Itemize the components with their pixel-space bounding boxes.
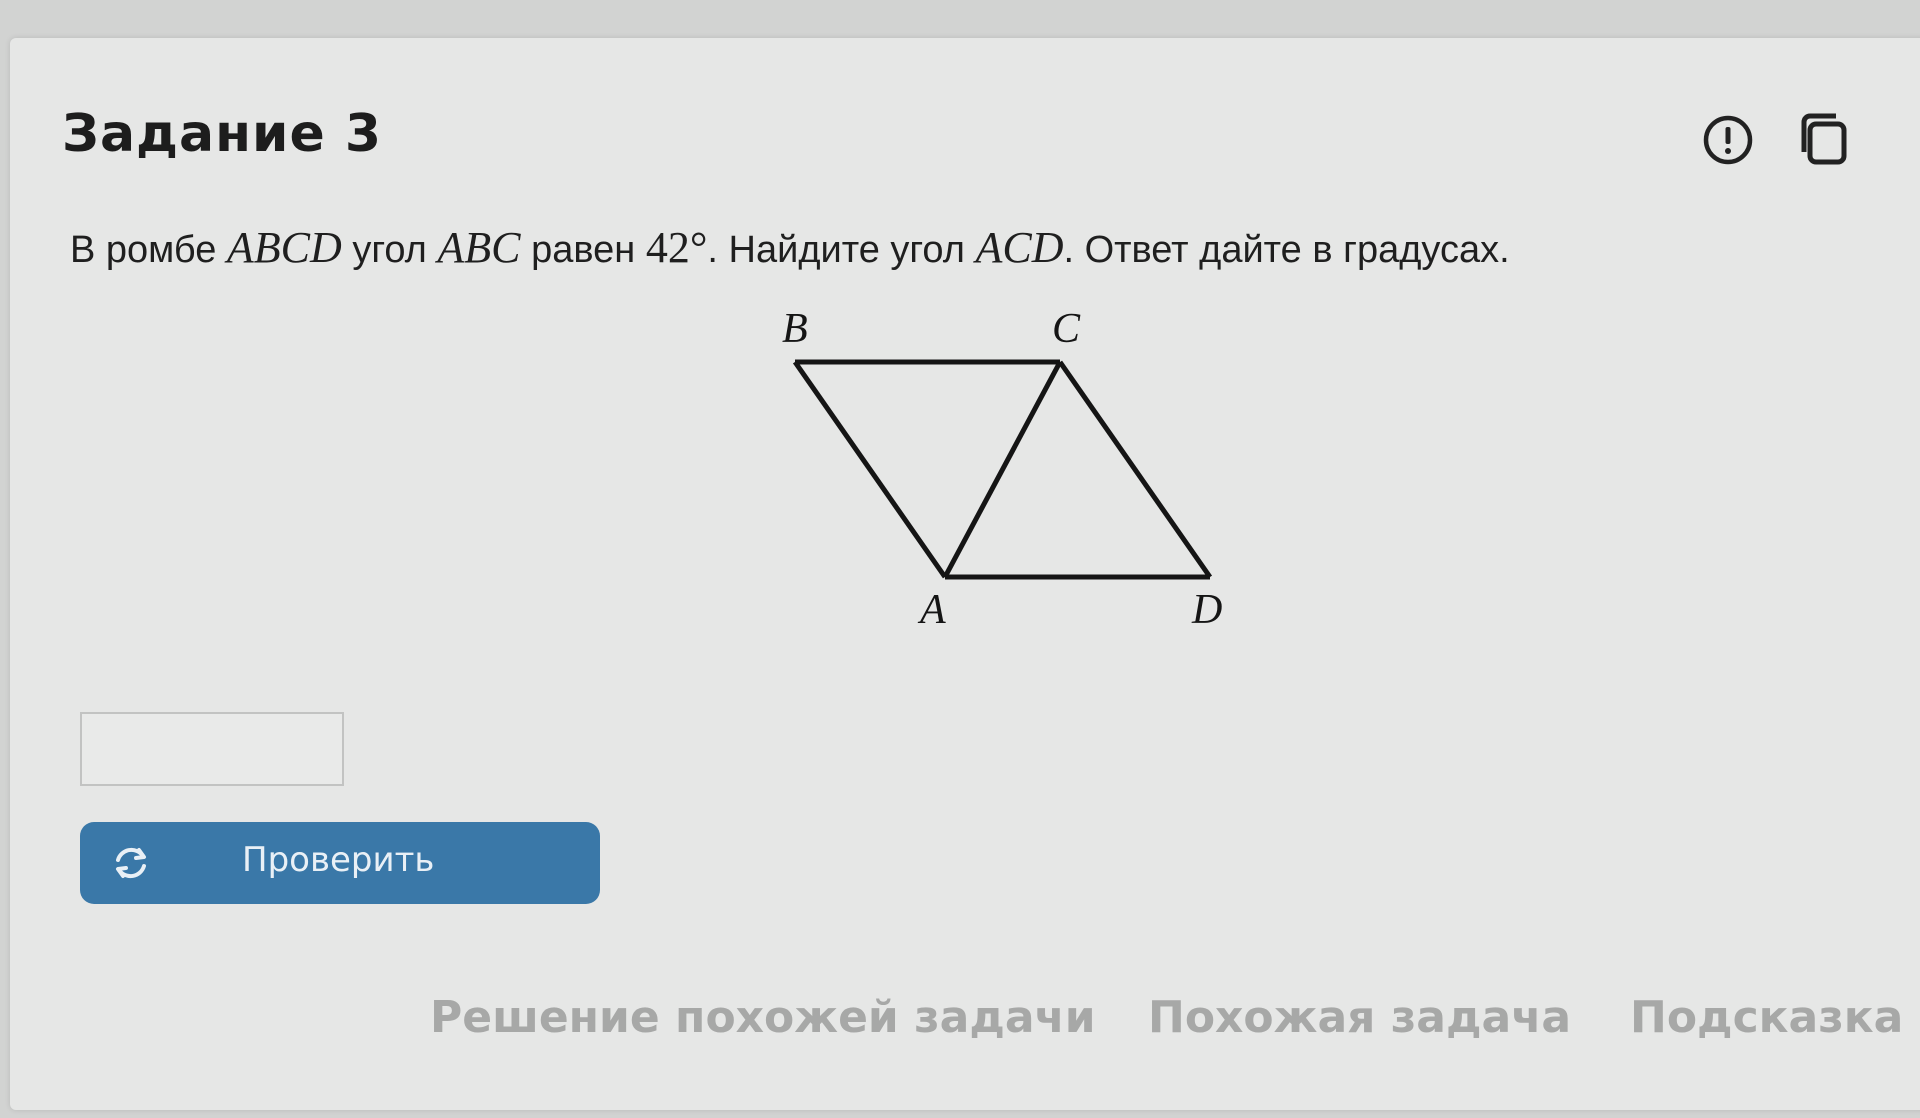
problem-text: . Найдите угол [707,229,965,271]
copy-icon [1801,113,1847,165]
header-icons [1700,112,1852,168]
given-angle-value: 42° [645,223,708,272]
check-button[interactable]: Проверить [80,822,600,904]
problem-statement: В ромбе ABCD угол ABC равен 42°. Найдите… [70,222,1510,273]
diagonal-ac [942,360,1063,579]
target-angle-name: ACD [975,223,1064,272]
side-cd [1057,360,1213,579]
report-icon [1703,115,1753,165]
problem-text: . Ответ дайте в градусах. [1063,229,1510,271]
vertex-label-b: B [782,306,808,352]
answer-input[interactable] [80,712,344,786]
vertex-label-c: C [1052,306,1081,352]
refresh-icon [116,847,146,879]
problem-text: В ромбе [70,229,217,271]
report-button[interactable] [1700,112,1756,168]
problem-text: равен [531,229,636,271]
task-title: Задание 3 [62,104,383,164]
problem-text: угол [352,229,427,271]
similar-task-link[interactable]: Похожая задача [1148,992,1571,1043]
similar-solution-link[interactable]: Решение похожей задачи [430,992,1096,1043]
rhombus-figure: B C A D [782,306,1222,633]
copy-button[interactable] [1796,112,1852,168]
rhombus-name: ABCD [226,223,342,272]
check-button-label: Проверить [242,840,435,880]
side-ab [792,360,948,579]
vertex-label-d: D [1191,587,1222,633]
given-angle-name: ABC [437,223,521,272]
hint-link[interactable]: Подсказка [1630,992,1903,1043]
vertex-label-a: A [917,587,946,633]
